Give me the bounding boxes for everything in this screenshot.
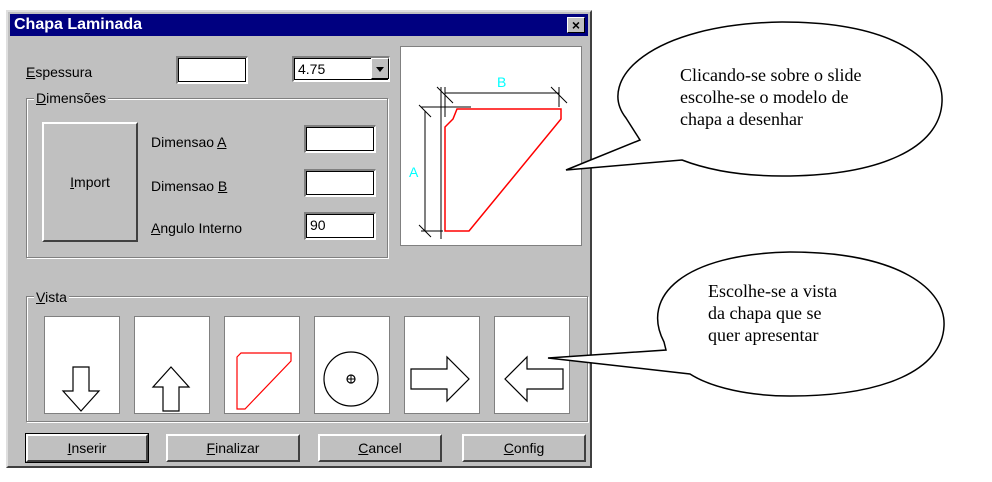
cancel-button[interactable]: Cancel — [318, 434, 442, 462]
top-callout-line-2: escolhe-se o modelo de — [680, 87, 849, 107]
vista-legend: Vista — [34, 289, 69, 305]
espessura-select-value: 4.75 — [298, 61, 326, 77]
plate-shape-icon — [236, 352, 292, 410]
espessura-label: Espessura — [26, 64, 93, 80]
chapa-laminada-dialog: Chapa Laminada × Espessura 4.75 Dimensõe… — [6, 10, 592, 468]
view-slide-circle[interactable] — [314, 316, 390, 414]
dimensao-b-label: Dimensao B — [151, 178, 228, 194]
arrow-up-icon — [151, 366, 191, 412]
arrow-left-icon — [504, 355, 564, 403]
arrow-down-icon — [61, 366, 101, 412]
view-slide-left[interactable] — [494, 316, 570, 414]
espessura-input[interactable] — [176, 56, 248, 84]
plate-drawing: B A — [409, 74, 568, 239]
plate-model-slide[interactable]: B A — [400, 46, 582, 246]
title-bar: Chapa Laminada × — [10, 14, 588, 36]
finalizar-button[interactable]: Finalizar — [166, 434, 300, 462]
view-slide-up[interactable] — [134, 316, 210, 414]
view-slide-plate[interactable] — [224, 316, 300, 414]
inserir-button[interactable]: Inserir — [25, 433, 149, 463]
dim-label-a: A — [409, 164, 419, 180]
chevron-down-icon — [376, 67, 384, 72]
espessura-select[interactable]: 4.75 — [292, 56, 390, 82]
config-button[interactable]: Config — [462, 434, 586, 462]
view-slide-right[interactable] — [404, 316, 480, 414]
dimensoes-legend: Dimensões — [34, 90, 109, 106]
view-slide-down[interactable] — [44, 316, 120, 414]
close-button[interactable]: × — [567, 17, 585, 33]
circle-target-icon — [323, 351, 379, 407]
import-button[interactable]: Import — [42, 122, 138, 242]
window-title: Chapa Laminada — [14, 16, 143, 33]
bottom-callout-line-2: da chapa que se — [708, 303, 822, 323]
angulo-interno-label: Angulo Interno — [151, 220, 243, 236]
top-callout-line-3: chapa a desenhar — [680, 109, 803, 129]
bottom-callout-text: Escolhe-se a vista da chapa que se quer … — [708, 280, 837, 346]
dimensao-b-input[interactable] — [304, 169, 376, 197]
dropdown-button[interactable] — [371, 58, 389, 79]
dimensao-a-input[interactable] — [304, 125, 376, 153]
bottom-callout-line-3: quer apresentar — [708, 325, 819, 345]
close-icon: × — [571, 17, 581, 33]
bottom-callout-line-1: Escolhe-se a vista — [708, 281, 837, 301]
angulo-interno-input[interactable]: 90 — [304, 212, 376, 240]
arrow-right-icon — [410, 355, 470, 403]
dim-label-b: B — [497, 74, 506, 90]
dimensao-a-label: Dimensao A — [151, 134, 227, 150]
top-callout-text: Clicando-se sobre o slide escolhe-se o m… — [680, 64, 861, 130]
top-callout-line-1: Clicando-se sobre o slide — [680, 65, 862, 85]
